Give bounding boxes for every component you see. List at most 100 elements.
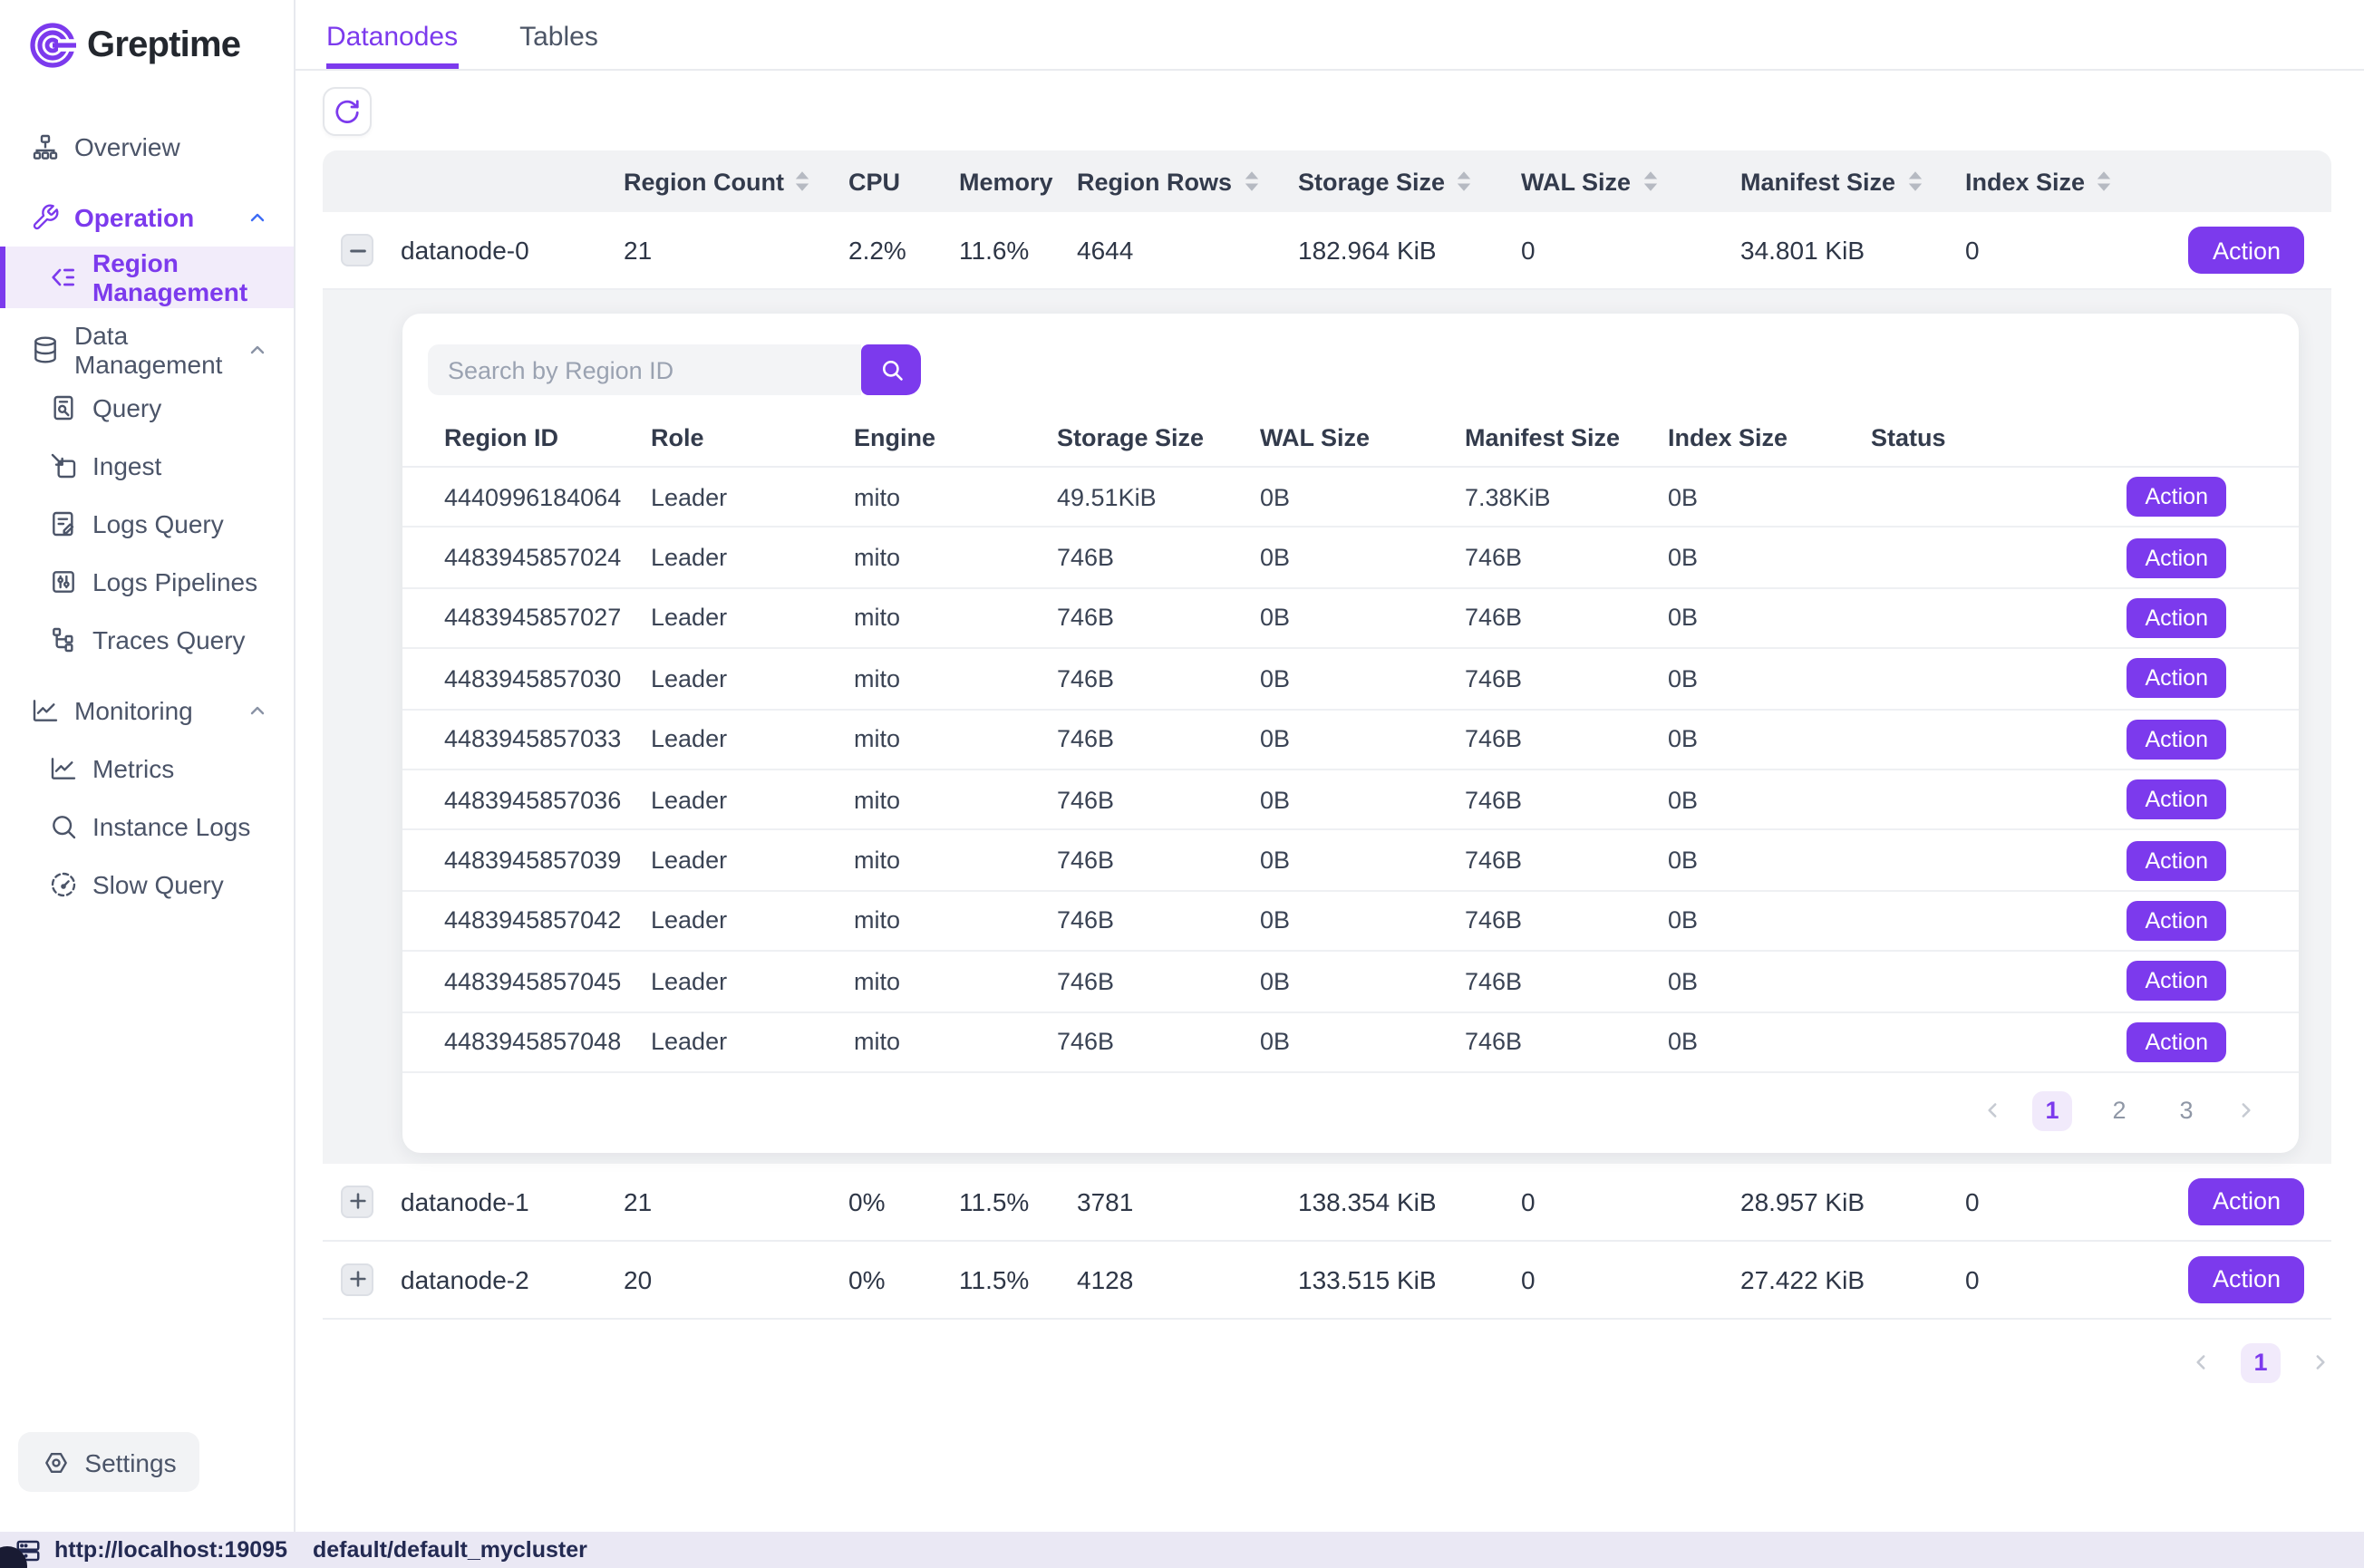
manifest-size-value: 34.801 KiB [1740,236,1965,265]
index-size-value: 0B [1668,544,1871,571]
action-button[interactable]: Action [2189,227,2304,274]
region-id-value: 4483945857039 [444,847,651,874]
sort-icon[interactable] [795,169,811,194]
region-search [428,344,921,395]
next-page-icon[interactable] [2308,1351,2331,1375]
region-id-value: 4483945857036 [444,786,651,813]
datanodes-table: Region Count CPU Memory Region Rows Stor… [323,150,2331,1320]
sidebar-item-ingest[interactable]: Ingest [0,437,294,495]
server-url[interactable]: http://localhost:19095 [54,1537,287,1563]
sidebar-group-operation[interactable]: Operation [0,189,294,247]
sidebar-item-logs-query[interactable]: Logs Query [0,495,294,553]
region-search-input[interactable] [428,344,861,395]
chart-line-icon [31,696,60,725]
region-table-row: 4483945857033 Leader mito 746B 0B 746B 0… [402,710,2299,770]
cpu-value: 0% [848,1265,959,1294]
sidebar-item-logs-pipelines[interactable]: Logs Pipelines [0,553,294,611]
search-button[interactable] [861,344,921,395]
region-table-body: 4440996184064 Leader mito 49.51KiB 0B 7.… [402,468,2299,1073]
index-size-value: 0B [1668,847,1871,874]
index-size-value: 0B [1668,907,1871,934]
sidebar-group-data-management[interactable]: Data Management [0,321,294,379]
settings-button[interactable]: Settings [18,1432,199,1492]
expand-row-button[interactable] [341,1186,373,1218]
content: Region Count CPU Memory Region Rows Stor… [296,71,2364,1532]
wal-size-value: 0B [1260,786,1465,813]
prev-page-icon[interactable] [2190,1351,2214,1375]
region-table-row: 4440996184064 Leader mito 49.51KiB 0B 7.… [402,468,2299,528]
tab-datanodes[interactable]: Datanodes [326,0,458,69]
sidebar-item-metrics[interactable]: Metrics [0,740,294,798]
engine-value: mito [854,847,1057,874]
region-table-row: 4483945857036 Leader mito 746B 0B 746B 0… [402,770,2299,831]
refresh-button[interactable] [323,87,372,136]
sidebar-item-instance-logs[interactable]: Instance Logs [0,798,294,856]
index-size-value: 0B [1668,1028,1871,1055]
database-icon [31,335,60,364]
sidebar-item-slow-query[interactable]: Slow Query [0,856,294,914]
action-button[interactable]: Action [2127,779,2227,819]
prev-page-icon[interactable] [1981,1099,2005,1123]
role-value: Leader [651,483,854,510]
action-button[interactable]: Action [2189,1256,2304,1303]
sidebar-item-label: Slow Query [92,870,224,899]
collapse-row-button[interactable] [341,234,373,266]
sort-icon[interactable] [1906,169,1923,194]
next-page-icon[interactable] [2233,1099,2257,1123]
index-size-value: 0 [1965,1187,2188,1216]
sidebar-item-query[interactable]: Query [0,379,294,437]
index-size-value: 0 [1965,236,2188,265]
wal-size-value: 0B [1260,847,1465,874]
sidebar-item-label: Overview [74,132,180,161]
region-id-value: 4483945857033 [444,726,651,753]
page-button[interactable]: 2 [2099,1091,2139,1131]
index-size-value: 0B [1668,968,1871,995]
region-table-row: 4483945857042 Leader mito 746B 0B 746B 0… [402,891,2299,952]
action-button[interactable]: Action [2127,1021,2227,1061]
cluster-name[interactable]: default/default_mycluster [313,1537,587,1563]
page-button[interactable]: 3 [2166,1091,2206,1131]
chevron-up-icon [247,339,268,361]
page-button[interactable]: 1 [2241,1343,2281,1383]
action-button[interactable]: Action [2127,901,2227,941]
sidebar-item-label: Traces Query [92,625,246,654]
region-id-value: 4483945857048 [444,1028,651,1055]
sidebar-group-monitoring[interactable]: Monitoring [0,682,294,740]
sort-icon[interactable] [2096,169,2112,194]
sidebar-item-overview[interactable]: Overview [0,118,294,176]
storage-size-value: 49.51KiB [1057,483,1260,510]
storage-size-value: 746B [1057,907,1260,934]
action-button[interactable]: Action [2127,659,2227,699]
region-table-row: 4483945857030 Leader mito 746B 0B 746B 0… [402,649,2299,710]
action-button[interactable]: Action [2127,720,2227,760]
sidebar-item-label: Region Management [92,248,276,306]
sidebar-item-region-management[interactable]: Region Management [0,247,294,308]
tab-tables[interactable]: Tables [519,0,598,69]
datanodes-table-header: Region Count CPU Memory Region Rows Stor… [323,150,2331,212]
region-management-icon [49,263,78,292]
sliders-icon [49,567,78,596]
page-button[interactable]: 1 [2032,1091,2072,1131]
wal-size-value: 0B [1260,1028,1465,1055]
action-button[interactable]: Action [2127,962,2227,1002]
storage-size-value: 133.515 KiB [1298,1265,1521,1294]
action-button[interactable]: Action [2127,598,2227,638]
sidebar-item-traces-query[interactable]: Traces Query [0,611,294,669]
wal-size-value: 0B [1260,605,1465,632]
role-value: Leader [651,726,854,753]
sort-icon[interactable] [1456,169,1472,194]
role-value: Leader [651,665,854,692]
region-count-value: 21 [624,236,848,265]
action-button[interactable]: Action [2127,477,2227,517]
action-button[interactable]: Action [2127,840,2227,880]
action-button[interactable]: Action [2127,537,2227,577]
role-value: Leader [651,968,854,995]
sort-icon[interactable] [1243,169,1259,194]
sort-icon[interactable] [1642,169,1658,194]
col-manifest-size: Manifest Size [1740,168,1895,195]
expand-row-button[interactable] [341,1263,373,1296]
region-rows-value: 4128 [1077,1265,1298,1294]
action-button[interactable]: Action [2189,1178,2304,1225]
region-id-value: 4483945857024 [444,544,651,571]
region-table-row: 4483945857048 Leader mito 746B 0B 746B 0… [402,1012,2299,1073]
